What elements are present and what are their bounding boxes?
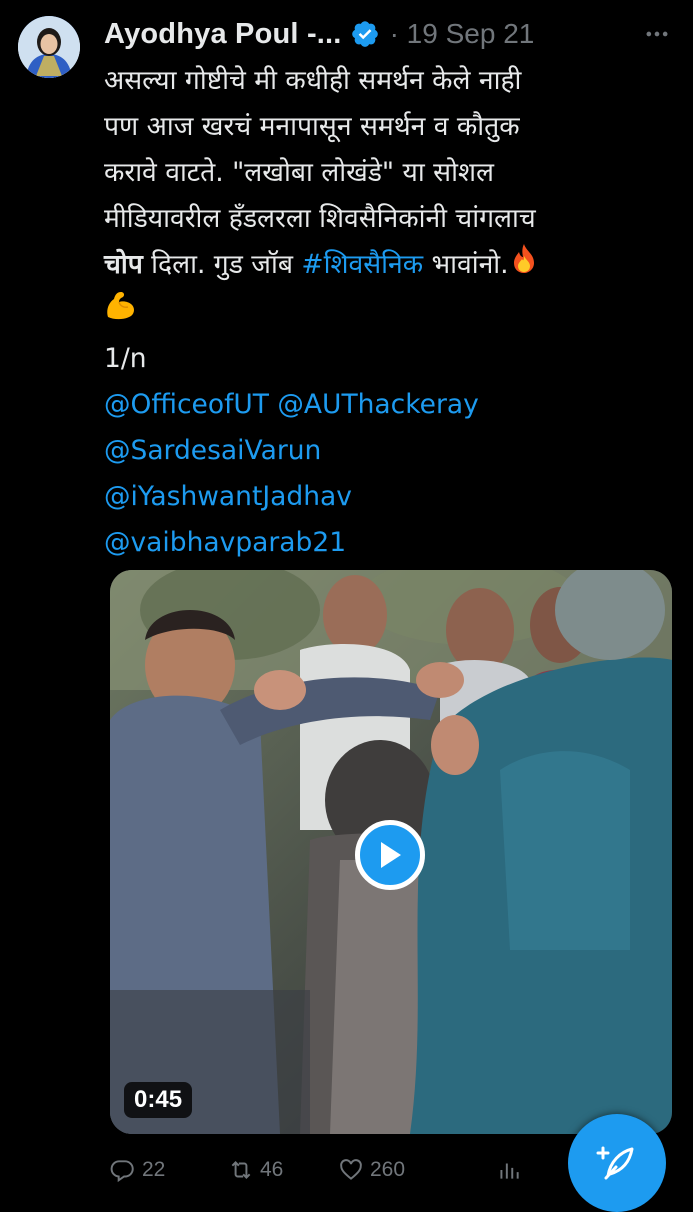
mention-line: @iYashwantJadhav [104,474,679,520]
hashtag-link[interactable]: #शिवसैनिक [301,249,423,280]
retweet-icon [231,1161,251,1179]
reply-icon [110,1160,134,1183]
play-button[interactable] [355,820,425,890]
compose-icon [596,1146,634,1180]
tweet-line: चोप दिला. गुड जॉब #शिवसैनिक भावांनो. [104,242,679,289]
tweet-line: करावे वाटते. "लखोबा लोखंडे" या सोशल [104,157,494,188]
like-button[interactable]: 260 [338,1157,405,1183]
like-count: 260 [370,1158,406,1181]
bold-word: चोप [104,249,143,280]
tweet-line: पण आज खरचं मनापासून समर्थन व कौतुक [104,111,520,142]
avatar[interactable] [18,16,80,78]
mention-link[interactable]: @SardesaiVarun [104,435,321,466]
tweet-date[interactable]: · 19 Sep 21 [390,18,535,50]
tweet-text: असल्या गोष्टीचे मी कधीही समर्थन केले नाह… [104,58,679,566]
mention-line: @SardesaiVarun [104,428,679,474]
author-name[interactable]: Ayodhya Poul -... [104,18,342,51]
reply-button[interactable]: 22 [110,1157,165,1183]
tweet-line: मीडियावरील हँडलरला शिवसैनिकांनी चांगलाच [104,203,536,234]
tweet-line: 1/n [104,343,147,374]
compose-button[interactable] [568,1114,666,1212]
retweet-count: 46 [260,1158,284,1181]
analytics-button[interactable] [496,1157,522,1183]
tweet-line [104,289,679,336]
like-icon [340,1159,362,1180]
retweet-button[interactable]: 46 [228,1157,283,1183]
play-icon [381,842,401,868]
reply-count: 22 [142,1158,166,1181]
analytics-icon [500,1163,519,1179]
tweet-text-segment: भावांनो. [423,249,509,280]
tweet-text-segment: दिला. गुड जॉब [142,249,302,280]
tweet-header: Ayodhya Poul -... · 19 Sep 21 [104,14,675,54]
avatar-image [18,16,80,78]
mention-link[interactable]: @OfficeofUT [104,389,269,420]
flexed-biceps-emoji [104,289,138,336]
mention-link[interactable]: @iYashwantJadhav [104,481,352,512]
fire-emoji [509,242,539,289]
tweet-line: असल्या गोष्टीचे मी कधीही समर्थन केले नाह… [104,65,522,96]
video-duration: 0:45 [124,1082,193,1118]
mention-line: @OfficeofUT @AUThackeray [104,382,679,428]
mention-line: @vaibhavparab21 [104,520,679,566]
verified-icon [350,19,380,49]
mention-link[interactable]: @vaibhavparab21 [104,527,346,558]
mention-link[interactable]: @AUThackeray [277,389,478,420]
more-icon[interactable] [639,16,675,52]
video-player[interactable]: 0:45 [110,570,672,1134]
